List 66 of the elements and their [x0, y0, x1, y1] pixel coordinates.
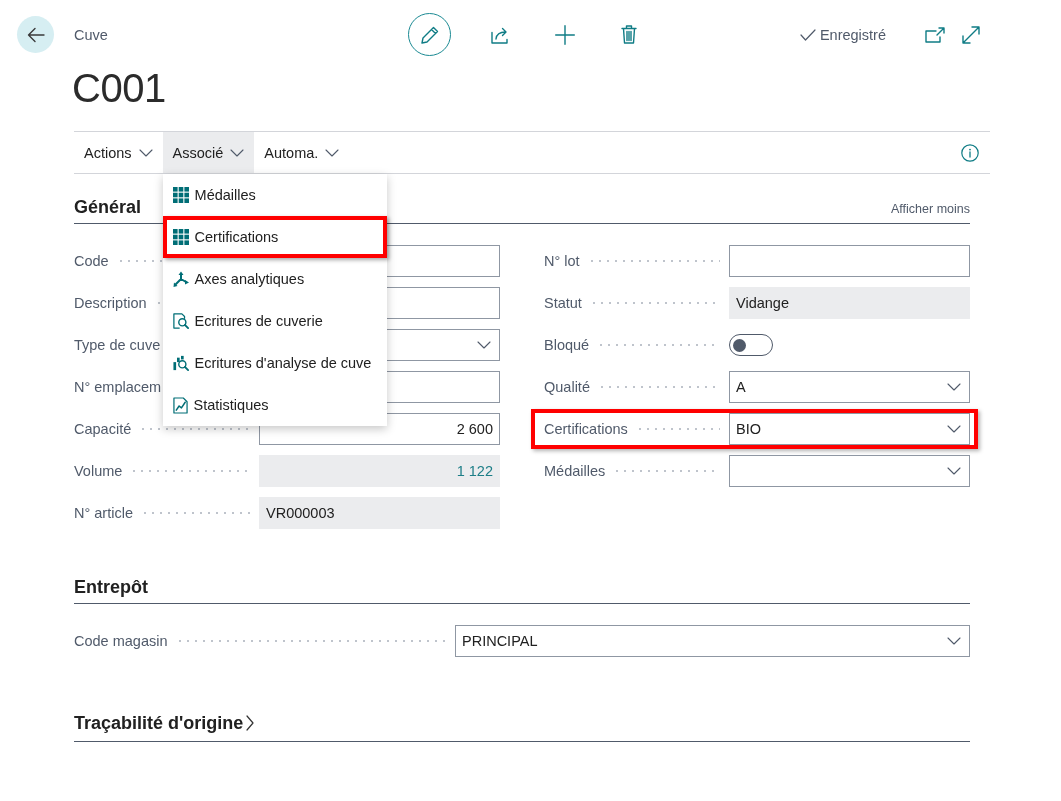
menu-item[interactable]: Statistiques — [162, 384, 387, 426]
menu-item[interactable]: Certifications — [162, 216, 387, 258]
field-label: Code — [74, 253, 109, 269]
chevron-down-icon — [138, 148, 153, 157]
input-field[interactable] — [729, 245, 970, 277]
section-title[interactable]: Entrepôt — [74, 575, 148, 599]
dropdown-field[interactable]: PRINCIPAL — [455, 625, 970, 657]
menu-tab[interactable]: Actions — [74, 132, 163, 173]
check-icon — [799, 28, 816, 41]
read-only-field: VR000003 — [259, 497, 500, 529]
expand-icon — [962, 25, 980, 44]
drilldown-field[interactable]: 1 122 — [259, 455, 500, 487]
menu-item[interactable]: Médailles — [162, 174, 387, 216]
share-icon — [491, 25, 511, 44]
branching-arrows-icon — [172, 271, 189, 287]
dropdown-field[interactable] — [729, 455, 970, 487]
plus-icon — [555, 24, 575, 45]
menu-tab[interactable]: Associé — [162, 132, 255, 173]
section-title[interactable]: Général — [74, 195, 142, 219]
field-label: Description — [74, 295, 147, 311]
field-label: Volume — [74, 463, 123, 479]
menu-item[interactable]: Ecritures d'analyse de cuve — [162, 342, 387, 384]
menu-tab[interactable]: Automa. — [254, 132, 350, 173]
chevron-down-icon — [477, 341, 491, 349]
field-label: N° lot — [544, 253, 580, 269]
chevron-down-icon — [947, 467, 961, 475]
document-search-icon — [172, 313, 189, 329]
field-label: Statut — [544, 295, 582, 311]
expand-button[interactable] — [960, 23, 982, 46]
save-status: Enregistré — [819, 26, 886, 43]
field-label: Capacité — [74, 421, 132, 437]
menu-item[interactable]: Axes analytiques — [162, 258, 387, 300]
pop-out-icon — [925, 26, 945, 43]
record-title: C001 — [72, 65, 166, 112]
dropdown-field[interactable]: BIO — [729, 413, 970, 445]
trash-icon — [621, 25, 637, 44]
dropdown-field[interactable]: A — [729, 371, 970, 403]
field-label: N° emplacem — [74, 379, 162, 395]
grid-icon — [172, 229, 189, 245]
chevron-down-icon — [947, 383, 961, 391]
field-label: Type de cuve — [74, 337, 161, 353]
chevron-right-icon — [246, 715, 255, 731]
toggle-switch[interactable] — [729, 334, 773, 356]
field-label: Qualité — [544, 379, 590, 395]
back-arrow-icon — [26, 26, 45, 43]
field-label: N° article — [74, 505, 133, 521]
menu-item[interactable]: Ecritures de cuverie — [162, 300, 387, 342]
info-icon — [961, 143, 979, 162]
chevron-down-icon — [325, 148, 340, 157]
chevron-down-icon — [947, 637, 961, 645]
pencil-icon — [420, 25, 439, 44]
show-less-link[interactable]: Afficher moins — [891, 202, 970, 216]
chart-document-icon — [172, 396, 188, 414]
page-caption: Cuve — [74, 26, 108, 43]
chart-search-icon — [172, 355, 189, 371]
grid-icon — [172, 187, 189, 203]
chevron-down-icon — [947, 425, 961, 433]
read-only-field: Vidange — [729, 287, 970, 319]
field-label: Bloqué — [544, 337, 590, 353]
section-title[interactable]: Traçabilité d'origine — [74, 711, 244, 735]
field-label: Médailles — [544, 463, 606, 479]
chevron-down-icon — [230, 148, 245, 157]
field-label: Code magasin — [74, 633, 168, 649]
field-label: Certifications — [544, 421, 628, 437]
info-button[interactable] — [960, 142, 980, 163]
back-button[interactable] — [17, 16, 54, 53]
